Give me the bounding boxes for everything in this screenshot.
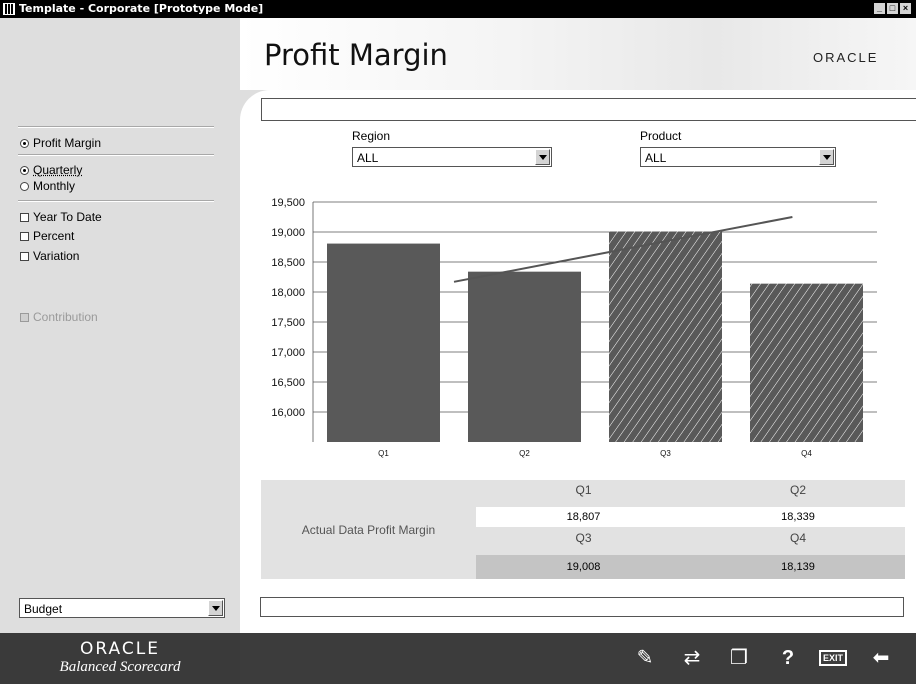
- radio-icon[interactable]: [20, 181, 29, 191]
- footer-logo: ORACLE Balanced Scorecard: [0, 633, 240, 684]
- table-cell: 18,339: [691, 507, 905, 527]
- checkbox-label: Variation: [33, 249, 80, 263]
- checkbox-label: Year To Date: [33, 210, 102, 224]
- checkbox-label: Percent: [33, 229, 75, 243]
- chevron-down-icon[interactable]: [819, 149, 834, 165]
- notes-icon[interactable]: ✎: [628, 643, 662, 673]
- back-arrow-icon[interactable]: ⬅: [864, 643, 898, 673]
- radio-icon[interactable]: [20, 165, 29, 175]
- x-tick-label: Q1: [378, 449, 389, 458]
- chevron-down-icon[interactable]: [535, 149, 550, 165]
- checkbox-contribution: Contribution: [20, 308, 98, 326]
- column-header: Q4: [789, 531, 806, 545]
- checkbox-icon[interactable]: [20, 231, 29, 241]
- chevron-down-icon[interactable]: [208, 600, 223, 616]
- select-value: ALL: [357, 151, 379, 165]
- select-value: ALL: [645, 151, 667, 165]
- y-tick-label: 18,500: [271, 257, 305, 269]
- close-button[interactable]: ×: [900, 3, 911, 14]
- checkbox-percent[interactable]: Percent: [20, 227, 74, 245]
- page-title: Profit Margin: [264, 38, 448, 72]
- data-table: Actual Data Profit Margin Q1 Q2 18,807 1…: [261, 480, 905, 579]
- radio-label: Monthly: [33, 179, 76, 193]
- radio-label: Quarterly: [33, 163, 83, 177]
- product-name: Balanced Scorecard: [59, 659, 181, 675]
- exit-icon[interactable]: EXIT: [816, 643, 850, 673]
- y-tick-label: 16,500: [271, 377, 305, 389]
- product-label: Product: [640, 129, 682, 143]
- bar-q3[interactable]: [609, 231, 722, 442]
- x-tick-label: Q3: [660, 449, 671, 458]
- bottom-text-strip: [260, 597, 904, 617]
- y-tick-label: 18,000: [271, 287, 305, 299]
- column-header: Q2: [789, 483, 806, 497]
- bar-q4[interactable]: [750, 283, 863, 442]
- checkbox-variation[interactable]: Variation: [20, 247, 79, 265]
- column-header: Q3: [575, 531, 592, 545]
- bar-q1[interactable]: [327, 243, 440, 442]
- table-cell: 19,008: [476, 555, 691, 579]
- region-select[interactable]: ALL: [352, 147, 552, 167]
- divider: [18, 126, 214, 128]
- radio-label: Profit Margin: [33, 136, 102, 150]
- oracle-logo: ORACLE: [813, 50, 879, 65]
- refresh-icon[interactable]: ⇄: [675, 643, 709, 673]
- select-value: Budget: [24, 602, 63, 616]
- column-header: Q1: [575, 483, 592, 497]
- help-icon[interactable]: ?: [771, 643, 805, 673]
- maximize-button[interactable]: □: [887, 3, 898, 14]
- divider: [18, 200, 214, 202]
- divider: [18, 154, 214, 156]
- checkbox-icon: [20, 312, 29, 322]
- footer-bar: ORACLE Balanced Scorecard ✎ ⇄ ❐ ? EXIT ⬅: [0, 633, 916, 684]
- exit-label: EXIT: [818, 650, 847, 666]
- minimize-button[interactable]: _: [874, 3, 885, 14]
- y-tick-label: 19,500: [271, 197, 305, 209]
- window-titlebar: Template - Corporate [Prototype Mode] _ …: [0, 0, 916, 18]
- x-tick-label: Q4: [801, 449, 812, 458]
- region-label: Region: [352, 129, 391, 143]
- checkbox-year-to-date[interactable]: Year To Date: [20, 208, 102, 226]
- radio-icon[interactable]: [20, 138, 29, 148]
- x-tick-label: Q2: [519, 449, 530, 458]
- table-cell: 18,807: [476, 507, 691, 527]
- window-title: Template - Corporate [Prototype Mode]: [19, 2, 264, 15]
- checkbox-label: Contribution: [33, 310, 98, 324]
- brand-name: ORACLE: [80, 639, 160, 659]
- radio-profit-margin[interactable]: Profit Margin: [20, 134, 101, 152]
- top-text-strip: [261, 98, 916, 121]
- scenario-select[interactable]: Budget: [19, 598, 225, 618]
- checkbox-icon[interactable]: [20, 212, 29, 222]
- y-tick-label: 17,000: [271, 347, 305, 359]
- book-icon[interactable]: ❐: [722, 643, 756, 673]
- product-select[interactable]: ALL: [640, 147, 836, 167]
- options-sidebar: Profit Margin Quarterly Monthly Year To …: [0, 18, 240, 633]
- bar-q2[interactable]: [468, 271, 581, 442]
- radio-monthly[interactable]: Monthly: [20, 177, 75, 195]
- row-label: Actual Data Profit Margin: [301, 522, 436, 537]
- checkbox-icon[interactable]: [20, 251, 29, 261]
- y-tick-label: 19,000: [271, 227, 305, 239]
- y-tick-label: 17,500: [271, 317, 305, 329]
- app-icon: [3, 3, 15, 15]
- table-cell: 18,139: [691, 555, 905, 579]
- y-tick-label: 16,000: [271, 407, 305, 419]
- profit-margin-chart: 19,500 19,000 18,500 18,000 17,500 17,000 16,5…: [271, 197, 877, 458]
